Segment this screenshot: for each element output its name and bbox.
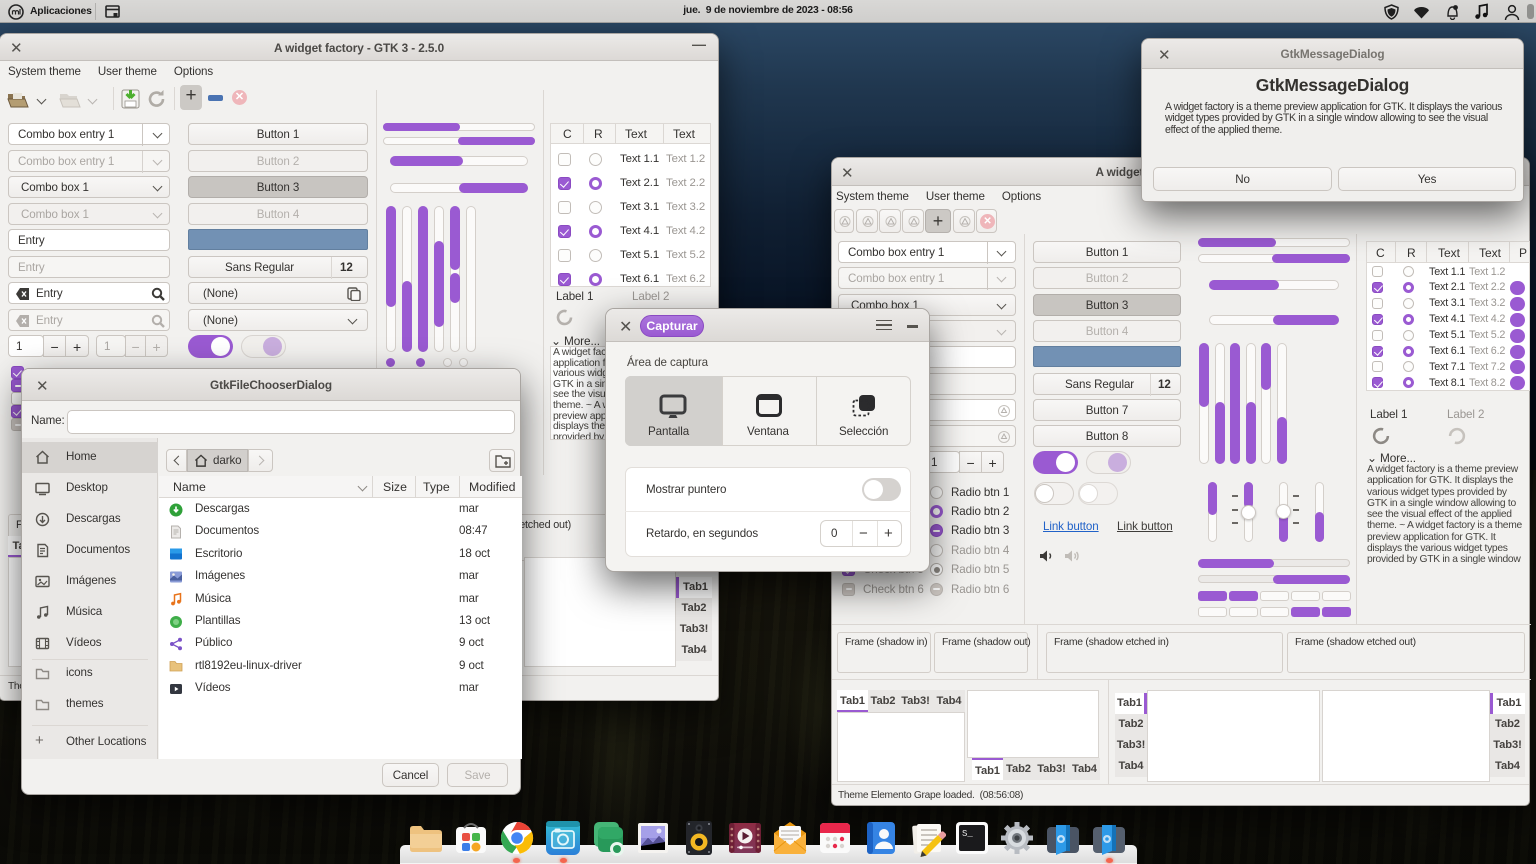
svg-text:S_: S_ bbox=[962, 829, 973, 839]
